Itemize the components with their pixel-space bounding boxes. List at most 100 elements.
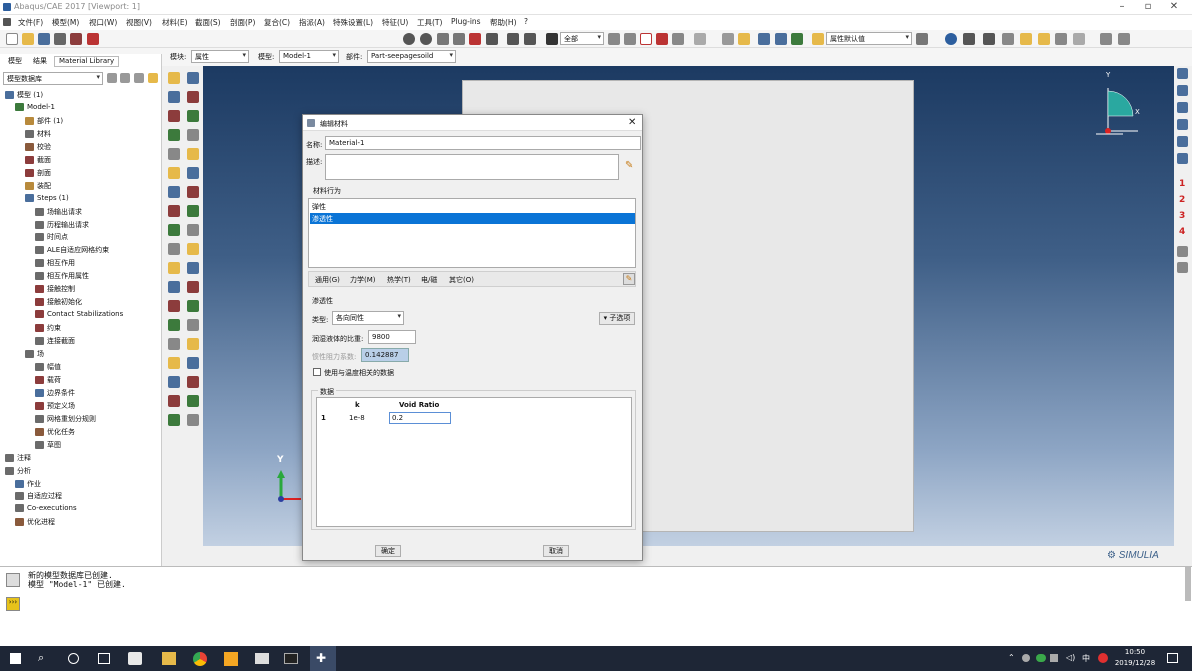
inertial-drag-field[interactable]: 0.142887 xyxy=(361,348,409,362)
tree-item[interactable]: 网格重划分规则 xyxy=(35,414,96,424)
menu-viewport[interactable]: 视口(W) xyxy=(89,17,117,28)
tree-item[interactable]: 载荷 xyxy=(35,375,61,385)
specific-weight-field[interactable]: 9800 xyxy=(368,330,416,344)
toolbox-tool-icon[interactable] xyxy=(187,224,199,236)
toolbox-tool-icon[interactable] xyxy=(168,72,180,84)
zoom-icon[interactable] xyxy=(437,33,449,45)
lock-view-icon[interactable] xyxy=(1020,33,1032,45)
toolbox-tool-icon[interactable] xyxy=(187,205,199,217)
toolbox-tool-icon[interactable] xyxy=(187,300,199,312)
select-arrow-icon[interactable] xyxy=(546,33,558,45)
tree-item[interactable]: ALE自适应网格约束 xyxy=(35,245,109,255)
tile-icon[interactable] xyxy=(983,33,995,45)
view-tool-icon[interactable] xyxy=(1177,136,1188,147)
notification-icon[interactable] xyxy=(1167,653,1178,663)
view-tool-icon[interactable] xyxy=(1177,85,1188,96)
tree-item[interactable]: 优化进程 xyxy=(15,517,55,527)
tree-item[interactable]: Contact Stabilizations xyxy=(35,310,123,319)
filter-icon[interactable] xyxy=(134,73,144,83)
camera-icon[interactable] xyxy=(1055,33,1067,45)
toolbox-tool-icon[interactable] xyxy=(187,72,199,84)
record-icon[interactable] xyxy=(87,33,99,45)
view-tool-icon[interactable] xyxy=(1177,119,1188,130)
tree-item[interactable]: 相互作用属性 xyxy=(35,271,89,281)
view-tool-icon[interactable] xyxy=(1177,153,1188,164)
search-icon[interactable]: ⌕ xyxy=(38,651,44,665)
menu-other[interactable]: 其它(O) xyxy=(449,275,474,285)
box-zoom-icon[interactable] xyxy=(453,33,465,45)
menu-feature[interactable]: 特征(U) xyxy=(382,17,408,28)
toolbox-tool-icon[interactable] xyxy=(187,186,199,198)
part-select[interactable]: Part-seepagesoild xyxy=(367,50,456,63)
description-field[interactable] xyxy=(325,154,619,180)
toolbox-tool-icon[interactable] xyxy=(168,414,180,426)
view-number-button[interactable]: 1 xyxy=(1179,179,1185,189)
system-menu-icon[interactable] xyxy=(3,18,11,26)
annotation-icon[interactable] xyxy=(1100,33,1112,45)
cortana-icon[interactable] xyxy=(68,653,79,664)
delete-behavior-icon[interactable]: ✎ xyxy=(623,273,635,285)
render-style-icon[interactable] xyxy=(694,33,706,45)
tree-item[interactable]: 预定义场 xyxy=(35,401,75,411)
app-orange-icon[interactable] xyxy=(224,652,238,666)
toolbox-tool-icon[interactable] xyxy=(168,376,180,388)
type-select[interactable]: 各向同性 xyxy=(332,311,404,325)
toolbox-tool-icon[interactable] xyxy=(168,167,180,179)
menu-section[interactable]: 截面(S) xyxy=(195,17,221,28)
toolbox-tool-icon[interactable] xyxy=(187,338,199,350)
media-icon[interactable] xyxy=(255,653,269,664)
menu-profile[interactable]: 剖面(P) xyxy=(230,17,255,28)
undo-view-icon[interactable] xyxy=(1073,33,1085,45)
tree-item[interactable]: 作业 xyxy=(15,479,41,489)
task-view-icon[interactable] xyxy=(98,653,110,664)
view-manager-icon[interactable] xyxy=(1002,33,1014,45)
database-icon[interactable] xyxy=(70,33,82,45)
view-number-button[interactable]: 3 xyxy=(1179,211,1185,221)
print-icon[interactable] xyxy=(54,33,66,45)
clock-date[interactable]: 2019/12/28 xyxy=(1111,659,1159,667)
tab-results[interactable]: 结果 xyxy=(29,56,51,67)
start-icon[interactable] xyxy=(10,653,21,664)
tree-item[interactable]: 剖面 xyxy=(25,168,51,178)
tree-item[interactable]: 模型 (1) xyxy=(5,90,43,100)
behavior-item-permeability[interactable]: 渗透性 xyxy=(310,213,635,224)
toolbox-tool-icon[interactable] xyxy=(187,129,199,141)
wireframe-icon[interactable] xyxy=(722,33,734,45)
cell-k[interactable]: 1e-8 xyxy=(349,414,365,422)
layout-icon[interactable] xyxy=(963,33,975,45)
ime-label[interactable]: 中 xyxy=(1082,653,1090,664)
menu-plugins[interactable]: Plug-ins xyxy=(451,17,481,26)
tree-filter-select[interactable]: 模型数据库 xyxy=(3,72,103,85)
toolbox-tool-icon[interactable] xyxy=(187,243,199,255)
tree-item[interactable]: 约束 xyxy=(35,323,61,333)
color-code-icon[interactable] xyxy=(812,33,824,45)
toolbox-tool-icon[interactable] xyxy=(187,110,199,122)
abaqus-taskbar-item[interactable]: ✚ xyxy=(310,646,336,671)
menu-general[interactable]: 通用(G) xyxy=(315,275,340,285)
tree-item[interactable]: 相互作用 xyxy=(35,258,75,268)
menu-mechanical[interactable]: 力学(M) xyxy=(350,275,376,285)
volume-icon[interactable]: ◁) xyxy=(1066,653,1075,662)
selection-filter-select[interactable]: 全部 xyxy=(560,32,604,45)
menu-electromagnetic[interactable]: 电/磁 xyxy=(421,275,437,285)
tab-model[interactable]: 模型 xyxy=(4,56,26,67)
file-explorer-icon[interactable] xyxy=(162,652,176,665)
wechat-icon[interactable] xyxy=(1036,654,1046,662)
expand-icon[interactable] xyxy=(107,73,117,83)
minimize-button[interactable]: – xyxy=(1112,1,1132,12)
menu-file[interactable]: 文件(F) xyxy=(18,17,43,28)
toolbox-tool-icon[interactable] xyxy=(187,319,199,331)
tree-item[interactable]: 自适应过程 xyxy=(15,491,62,501)
auto-fit-icon[interactable] xyxy=(469,33,481,45)
light-icon[interactable] xyxy=(1038,33,1050,45)
toolbox-tool-icon[interactable] xyxy=(168,319,180,331)
model-select[interactable]: Model-1 xyxy=(279,50,339,63)
toolbox-tool-icon[interactable] xyxy=(187,376,199,388)
view-number-button[interactable]: 2 xyxy=(1179,195,1185,205)
name-field[interactable]: Material-1 xyxy=(325,136,641,150)
tree-item[interactable]: 截面 xyxy=(25,155,51,165)
collapse-icon[interactable] xyxy=(120,73,130,83)
menu-material[interactable]: 材料(E) xyxy=(162,17,188,28)
menu-view[interactable]: 视图(V) xyxy=(126,17,152,28)
view-tool-icon[interactable] xyxy=(1177,262,1188,273)
